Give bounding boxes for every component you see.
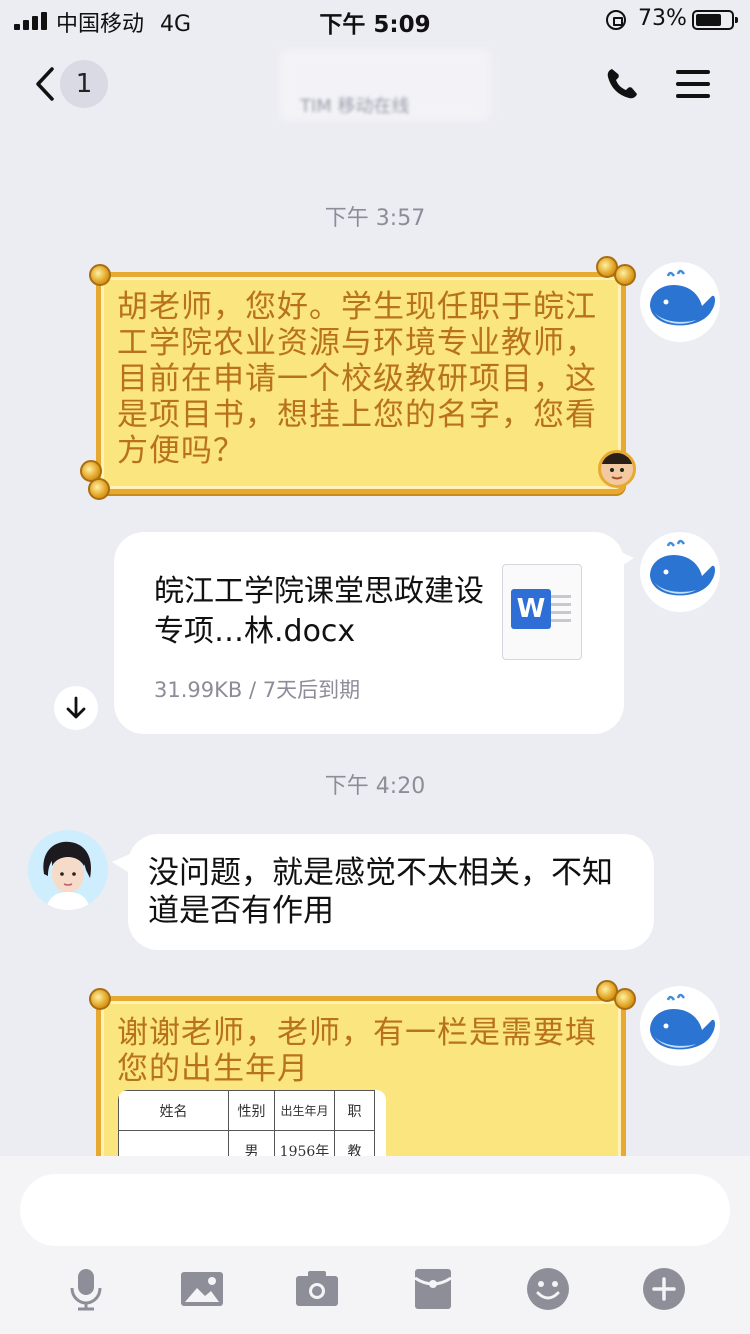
file-size-expiry: 31.99KB / 7天后到期 [154,678,361,702]
photo-icon[interactable] [179,1266,225,1312]
message-text: 谢谢老师，老师，有一栏是需要填您的出生年月 [117,1015,597,1087]
emoji-icon[interactable] [525,1266,571,1312]
phone-call-icon[interactable] [604,66,640,102]
table-header-cell: 姓名 [118,1090,229,1131]
contact-online-status: TIM 移动在线 [300,96,410,117]
microphone-icon[interactable] [63,1266,109,1312]
table-header-cell: 职 [334,1090,375,1131]
whale-avatar-icon [650,269,715,326]
bubble-coin-decoration [89,264,111,286]
word-letter: W [511,589,551,629]
my-avatar[interactable] [640,262,720,342]
bubble-coin-decoration [88,478,110,500]
timestamp: 下午 4:20 [324,774,426,799]
message-input[interactable] [20,1174,730,1246]
file-name: 皖江工学院课堂思政建设专项…林.docx [154,574,484,649]
bubble-tail [612,548,634,572]
girl-avatar-icon [43,841,92,910]
bubble-tail [112,852,134,876]
bubble-coin-decoration [614,264,636,286]
camera-icon[interactable] [294,1266,340,1312]
composer-bar [0,1156,750,1334]
whale-avatar-icon [650,993,715,1050]
message-text: 胡老师，您好。学生现任职于皖江工学院农业资源与环境专业教师，目前在申请一个校级教… [117,289,597,469]
download-button[interactable] [54,686,98,730]
red-packet-icon[interactable] [410,1266,456,1312]
bubble-coin-decoration [614,988,636,1010]
my-avatar[interactable] [640,986,720,1066]
file-message-bubble[interactable]: 皖江工学院课堂思政建设专项…林.docx 31.99KB / 7天后到期 W [114,532,624,734]
whale-avatar-icon [650,539,715,596]
chat-header: 1 TIM 移动在线 [0,40,750,130]
download-arrow-icon [66,696,86,719]
battery-percent: 73% [638,6,687,31]
my-avatar[interactable] [640,532,720,612]
back-chevron-icon[interactable] [34,66,56,102]
contact-avatar[interactable] [28,830,108,910]
table-header-cell: 性别 [228,1090,275,1131]
message-bubble-sent[interactable]: 胡老师，您好。学生现任职于皖江工学院农业资源与环境专业教师，目前在申请一个校级教… [96,272,626,494]
battery-fill [696,14,721,26]
unread-count-badge[interactable]: 1 [60,60,108,108]
battery-icon [692,10,738,30]
status-bar: 中国移动 4G 下午 5:09 73% [0,0,750,40]
plus-icon[interactable] [641,1266,687,1312]
message-text: 没问题，就是感觉不太相关，不知道是否有作用 [148,855,613,929]
menu-icon[interactable] [676,70,710,98]
bubble-coin-decoration [89,988,111,1010]
rotation-lock-icon [606,10,626,30]
table-header-cell: 出生年月 [274,1090,335,1131]
bubble-character-decoration [598,450,636,488]
word-document-icon: W [502,564,582,660]
timestamp: 下午 3:57 [324,206,426,231]
message-bubble-received[interactable]: 没问题，就是感觉不太相关，不知道是否有作用 [128,834,654,950]
